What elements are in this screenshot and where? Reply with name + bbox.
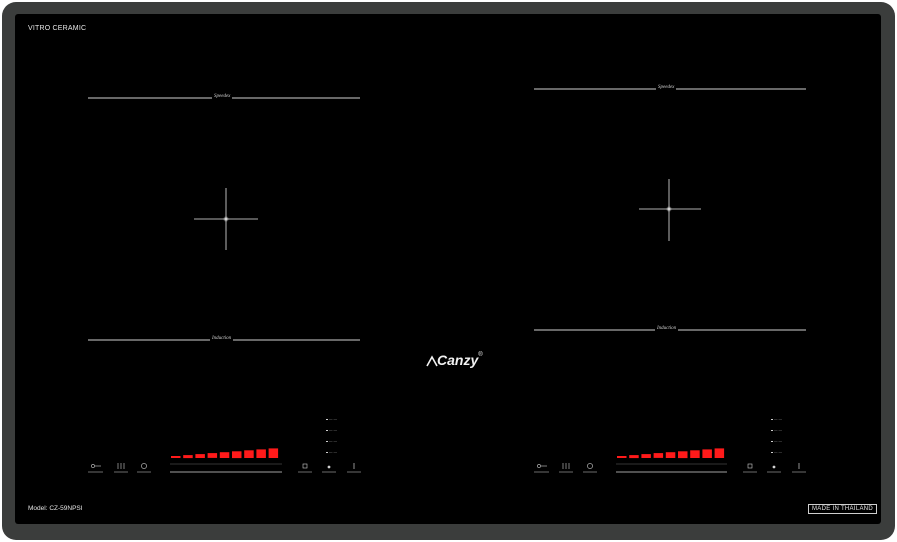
vitro-ceramic-label: VITRO CERAMIC [28, 25, 87, 32]
right-zone-top-label: Speedex [656, 85, 677, 90]
power-level-bar[interactable] [195, 454, 205, 458]
power-level-bar[interactable] [171, 456, 181, 458]
brand-logo: Canzy® [425, 352, 483, 368]
power-level-bar[interactable] [207, 453, 218, 458]
power-level-bar[interactable] [629, 455, 639, 459]
power-level-bar[interactable] [219, 452, 230, 458]
right-level-label: — — [774, 439, 782, 443]
right-level-label: — — [774, 417, 782, 421]
left-level-label: — — [329, 439, 337, 443]
power-level-bar[interactable] [665, 452, 676, 458]
left-level-label: — — [329, 417, 337, 421]
model-label: Model: CZ-59NPSI [28, 505, 83, 512]
power-level-bar[interactable] [653, 453, 664, 458]
power-level-bar[interactable] [641, 454, 651, 458]
glass-surface [15, 14, 881, 524]
power-level-bar[interactable] [678, 451, 688, 459]
left-zone-bottom-label: Induction [210, 336, 234, 341]
induction-hob: VITRO CERAMIC Model: CZ-59NPSI MADE IN T… [0, 0, 897, 542]
power-level-bar[interactable] [690, 450, 700, 458]
right-level-label: — — [774, 428, 782, 432]
hob-graphic [2, 2, 895, 540]
brand-registered-mark: ® [478, 352, 483, 358]
power-level-bar[interactable] [256, 449, 266, 458]
right-level-label: — — [774, 450, 782, 454]
left-zone-top-label: Speedex [212, 94, 233, 99]
brand-name: Canzy [437, 352, 479, 368]
origin-badge: MADE IN THAILAND [808, 504, 878, 514]
right-zone-bottom-label: Induction [655, 326, 679, 331]
left-level-label: — — [329, 450, 337, 454]
power-level-bar[interactable] [268, 448, 279, 458]
left-level-label: — — [329, 428, 337, 432]
power-level-bar[interactable] [702, 449, 712, 458]
power-level-bar[interactable] [183, 455, 193, 459]
power-level-bar[interactable] [714, 448, 725, 458]
power-level-bar[interactable] [617, 456, 627, 458]
power-level-bar[interactable] [244, 450, 254, 458]
power-level-bar[interactable] [232, 451, 242, 459]
